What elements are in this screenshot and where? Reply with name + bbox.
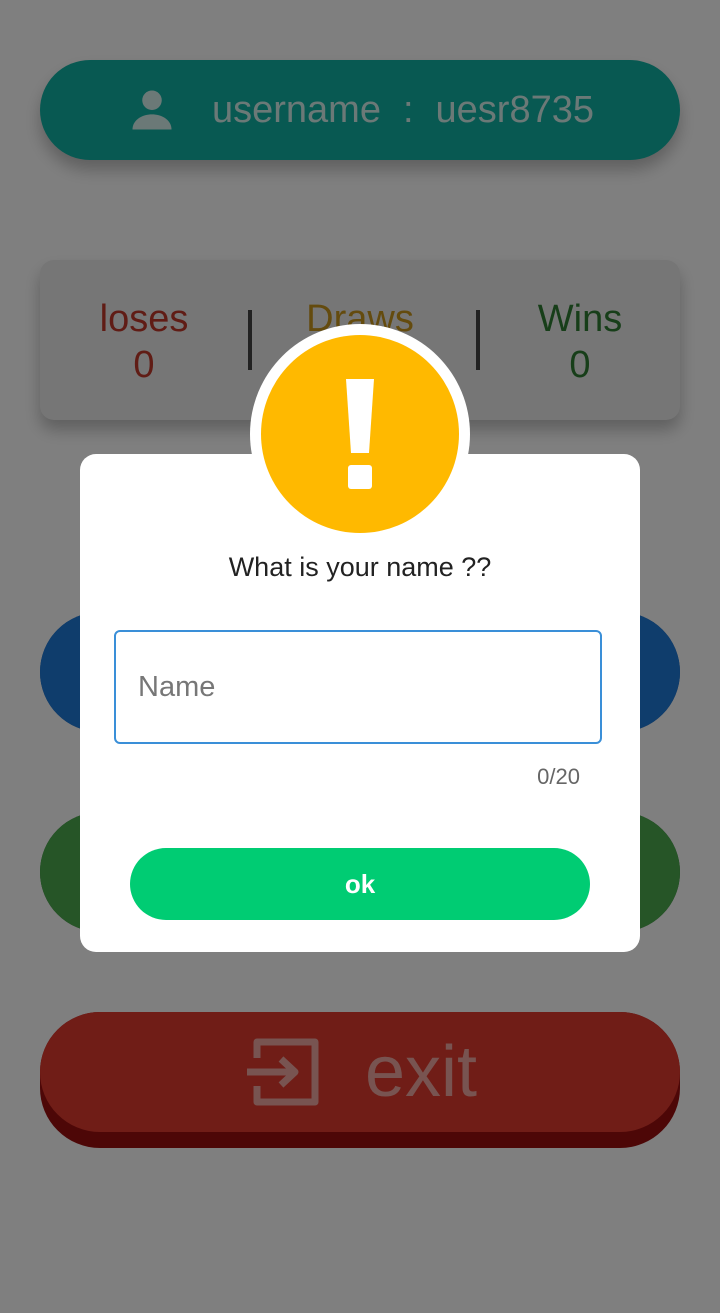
screen: username : uesr8735 loses 0 Draws Wins 0	[0, 0, 720, 1313]
dialog-question: What is your name ??	[228, 552, 492, 582]
exclamation-icon	[346, 379, 374, 489]
char-counter: 0/20	[537, 764, 580, 789]
alert-badge	[261, 335, 459, 533]
ok-button[interactable]: ok	[130, 848, 590, 920]
name-input[interactable]	[114, 630, 602, 744]
